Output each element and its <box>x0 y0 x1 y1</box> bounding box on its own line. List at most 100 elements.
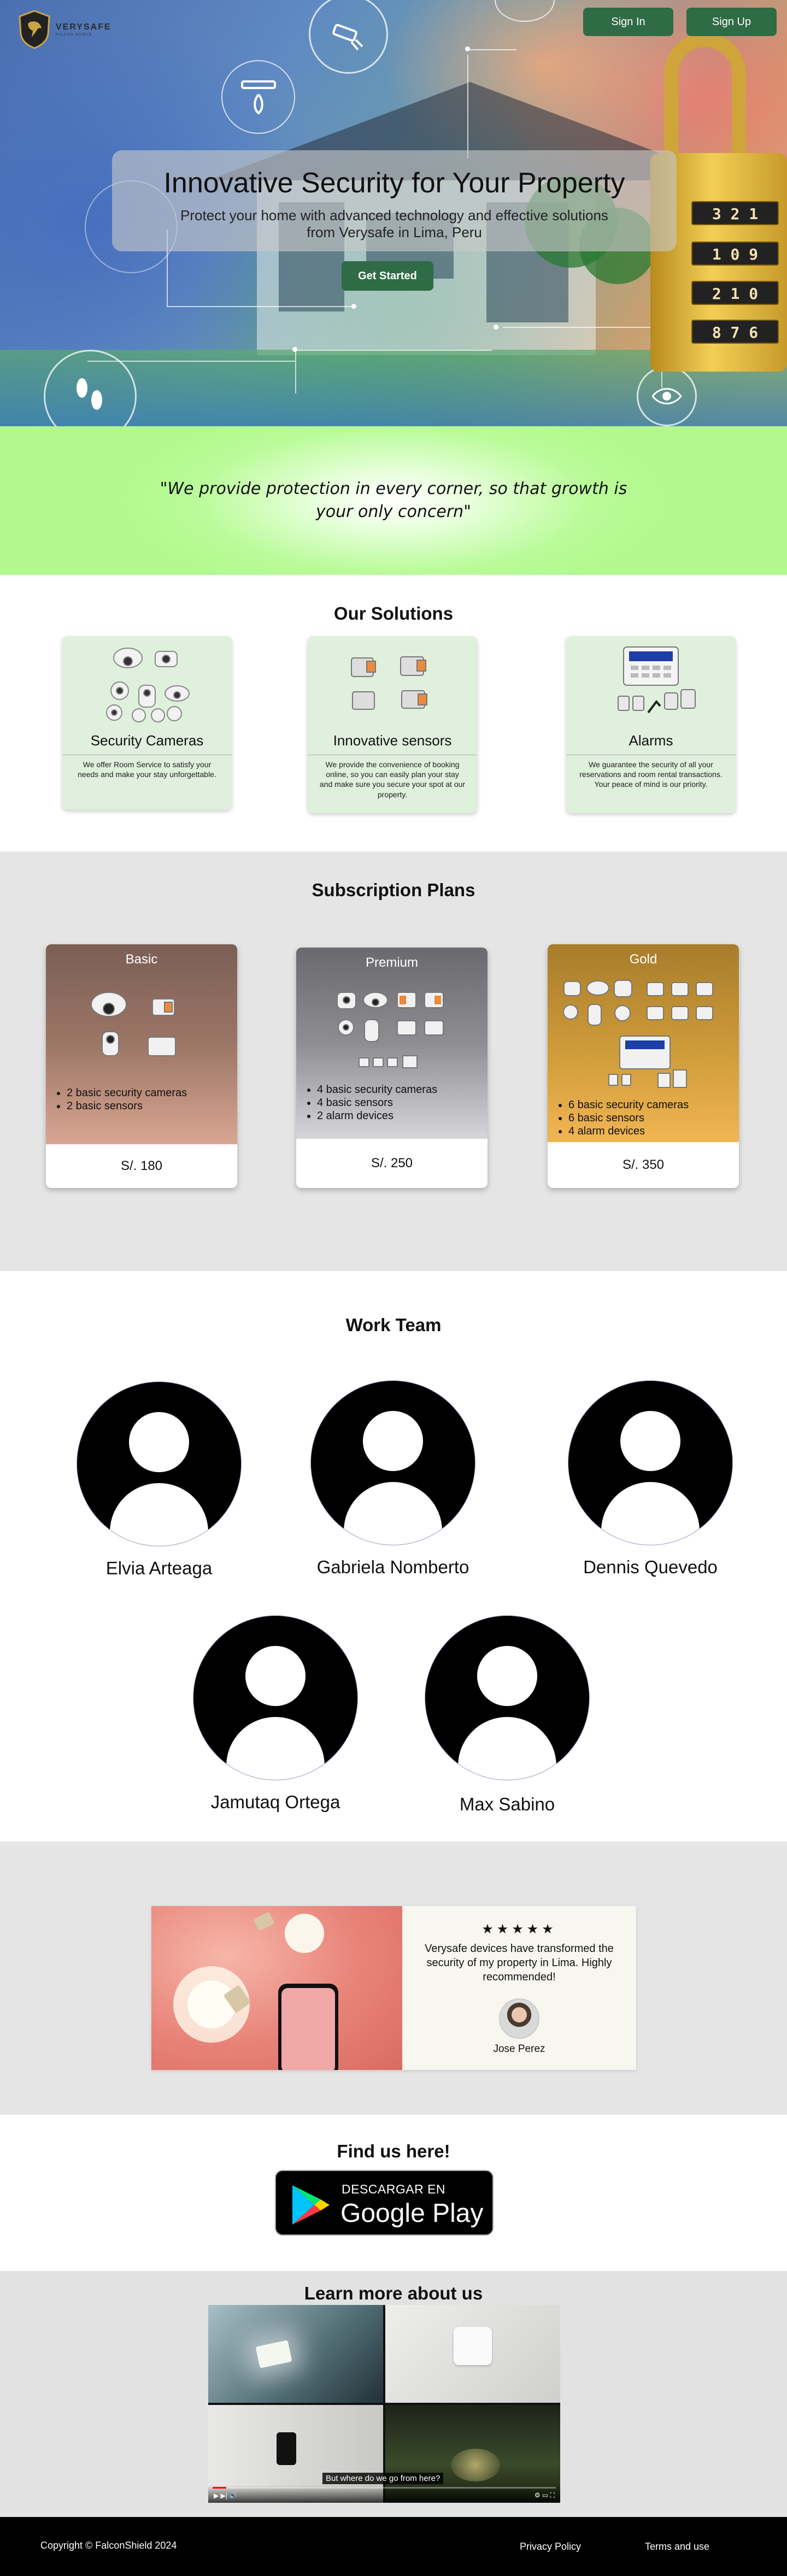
badge-caption: DESCARGAR EN <box>342 2182 446 2196</box>
rating-stars-icon: ★★★★★ <box>481 1922 557 1937</box>
plan-feature: 4 basic security cameras <box>317 1083 437 1096</box>
avatar-icon <box>311 1381 475 1545</box>
plan-feature: 2 basic sensors <box>67 1099 187 1113</box>
plans-section: Subscription Plans Basic 2 basic securit… <box>0 851 787 1271</box>
lock-dial-3: 2 1 0 <box>691 281 779 305</box>
member-name: Dennis Quevedo <box>583 1557 718 1577</box>
quote-section: "We provide protection in every corner, … <box>0 426 787 575</box>
team-member: Elvia Arteaga <box>66 1382 252 1579</box>
plan-price: S/. 350 <box>548 1142 739 1188</box>
solution-text: We guarantee the security of all your re… <box>579 760 723 789</box>
eye-icon <box>637 366 697 426</box>
badge-store-name: Google Play <box>340 2199 484 2228</box>
security-cameras-image <box>62 636 232 729</box>
video-frame-wall-light <box>208 2305 383 2403</box>
testimonial-card: ★★★★★ Verysafe devices have transformed … <box>151 1906 636 2070</box>
find-us-section: Find us here! DESCARGAR EN Google Play <box>0 2115 787 2271</box>
plan-card-premium[interactable]: Premium 4 basic security cameras 4 basic… <box>296 948 488 1188</box>
lock-dial-4: 8 7 6 <box>691 320 779 344</box>
plan-feature: 2 alarm devices <box>317 1109 437 1122</box>
plan-devices-image <box>337 992 444 1068</box>
lock-dial-1: 3 2 1 <box>691 201 779 225</box>
plan-feature: 6 basic security cameras <box>568 1098 689 1111</box>
google-play-badge[interactable]: DESCARGAR EN Google Play <box>275 2170 494 2236</box>
solution-title: Innovative sensors <box>333 732 452 749</box>
smart-bulb-photo <box>151 1906 402 2070</box>
member-name: Elvia Arteaga <box>105 1558 213 1578</box>
solution-text: We provide the convenience of booking on… <box>319 760 466 799</box>
brand-logo[interactable]: VERYSAFE FALCON SHIELD <box>17 10 111 49</box>
testimonial-section: ★★★★★ Verysafe devices have transformed … <box>0 1842 787 2115</box>
plan-feature: 2 basic security cameras <box>67 1086 187 1099</box>
testimonial-body: ★★★★★ Verysafe devices have transformed … <box>402 1906 636 2070</box>
logo-wordmark: VERYSAFE <box>56 22 111 32</box>
video-frame-keypad <box>385 2305 560 2403</box>
play-icon[interactable]: ▶ ▶| 🔊 <box>214 2492 237 2499</box>
lock-dial-2: 1 0 9 <box>691 242 779 266</box>
plan-name: Basic <box>125 952 158 967</box>
plan-features: 4 basic security cameras 4 basic sensors… <box>317 1083 437 1122</box>
plan-name: Premium <box>365 955 418 970</box>
security-camera-icon <box>309 0 388 74</box>
plan-name: Gold <box>629 952 657 967</box>
avatar-icon <box>77 1382 241 1546</box>
member-name: Max Sabino <box>459 1794 555 1814</box>
fire-alarm-icon <box>221 60 295 134</box>
shield-logo-icon <box>19 10 50 49</box>
sensors-image <box>308 636 477 729</box>
quote-text: "We provide protection in every corner, … <box>160 479 627 521</box>
solution-title: Alarms <box>629 732 673 749</box>
plan-card-gold[interactable]: Gold 6 basic security cameras 6 basic se… <box>548 944 739 1188</box>
learn-more-title: Learn more about us <box>304 2283 483 2303</box>
hero-subtitle: Protect your home with advanced technolo… <box>180 207 608 241</box>
learn-more-section: Learn more about us ▶ ▶| 🔊 ⚙ ▭ ⛶ But whe… <box>0 2271 787 2517</box>
member-name: Gabriela Nomberto <box>316 1557 469 1577</box>
team-member: Max Sabino <box>414 1616 600 1815</box>
solution-title: Security Cameras <box>90 732 204 749</box>
logo-tagline: FALCON SHIELD <box>56 33 92 37</box>
plan-price: S/. 180 <box>46 1144 237 1188</box>
team-member: Gabriela Nomberto <box>300 1381 486 1578</box>
sign-up-button[interactable]: Sign Up <box>686 8 777 36</box>
solutions-section: Our Solutions Security Cameras We offer … <box>0 575 787 851</box>
plan-price: S/. 250 <box>296 1139 488 1188</box>
footer: Copyright © FalconShield 2024 Privacy Po… <box>0 2517 787 2576</box>
get-started-button[interactable]: Get Started <box>342 261 433 291</box>
copyright-text: Copyright © FalconShield 2024 <box>40 2540 177 2551</box>
hero-panel: Innovative Security for Your Property Pr… <box>112 150 677 251</box>
video-progress-bar[interactable] <box>213 2487 556 2489</box>
avatar-icon <box>425 1616 589 1780</box>
google-play-icon <box>292 2185 330 2225</box>
solution-card-cameras[interactable]: Security Cameras We offer Room Service t… <box>62 636 232 810</box>
plan-feature: 6 basic sensors <box>568 1111 689 1125</box>
team-member: Dennis Quevedo <box>557 1381 743 1578</box>
team-section: Work Team Elvia Arteaga Gabriela Nombert… <box>0 1271 787 1842</box>
plan-features: 2 basic security cameras 2 basic sensors <box>67 1086 187 1113</box>
solutions-title: Our Solutions <box>333 603 454 624</box>
avatar-icon <box>568 1381 732 1545</box>
testimonial-text: Verysafe devices have transformed the se… <box>425 1943 614 1983</box>
plan-card-basic[interactable]: Basic 2 basic security cameras 2 basic s… <box>46 944 237 1188</box>
reviewer-avatar <box>499 1998 539 2039</box>
sign-in-button[interactable]: Sign In <box>583 8 673 36</box>
video-player[interactable]: ▶ ▶| 🔊 ⚙ ▭ ⛶ But where do we go from her… <box>208 2305 560 2503</box>
terms-link[interactable]: Terms and use <box>645 2541 709 2553</box>
team-member: Jamutaq Ortega <box>183 1616 368 1813</box>
solution-text: We offer Room Service to satisfy your ne… <box>78 760 216 779</box>
solution-card-sensors[interactable]: Innovative sensors We provide the conven… <box>308 636 477 813</box>
plan-feature: 4 alarm devices <box>568 1125 689 1138</box>
settings-icon[interactable]: ⚙ ▭ ⛶ <box>535 2491 555 2499</box>
avatar-icon <box>193 1616 357 1780</box>
alarms-image <box>566 636 736 729</box>
plans-title: Subscription Plans <box>312 880 475 900</box>
privacy-policy-link[interactable]: Privacy Policy <box>520 2541 581 2553</box>
member-name: Jamutaq Ortega <box>210 1792 340 1812</box>
hero-section: 3 2 1 1 0 9 2 1 0 8 7 6 VERYSAFE FALCON … <box>0 0 787 426</box>
solution-card-alarms[interactable]: Alarms We guarantee the security of all … <box>566 636 736 813</box>
plan-devices-image <box>91 992 176 1056</box>
team-title: Work Team <box>345 1315 442 1335</box>
plan-features: 6 basic security cameras 6 basic sensors… <box>568 1098 689 1138</box>
video-subtitle: But where do we go from here? <box>322 2473 444 2484</box>
plan-devices-image <box>563 980 713 1088</box>
hero-title: Innovative Security for Your Property <box>163 167 625 199</box>
